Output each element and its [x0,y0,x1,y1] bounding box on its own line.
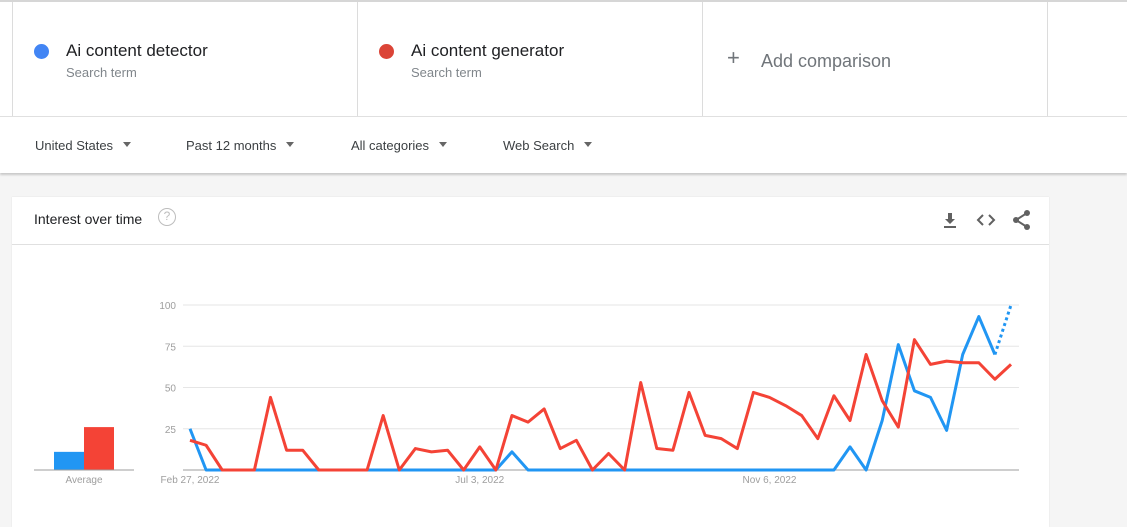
partial-data-line [995,305,1011,355]
series-line [190,340,1011,470]
x-tick-label: Nov 6, 2022 [743,475,797,486]
x-tick-label: Jul 3, 2022 [455,475,504,486]
average-bar [54,452,84,470]
interest-chart: 100 75 50 25 Feb 27, 2022 Jul 3, 2022 Nov 6, 2… [0,0,1127,514]
y-tick-label: 100 [159,301,176,312]
y-tick-label: 75 [165,342,177,353]
average-bar [84,427,114,470]
y-tick-label: 25 [165,425,177,436]
average-label: Average [65,475,103,486]
series-line [190,317,995,470]
y-tick-label: 50 [165,384,177,395]
x-tick-label: Feb 27, 2022 [161,475,220,486]
